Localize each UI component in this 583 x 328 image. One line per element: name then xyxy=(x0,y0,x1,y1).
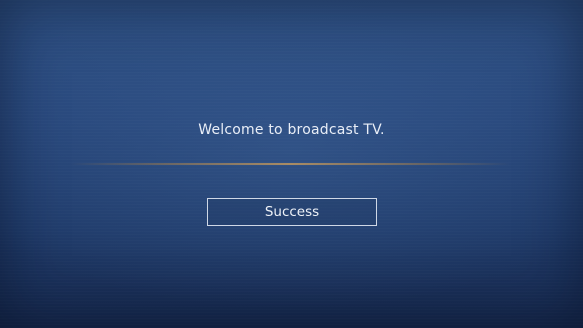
success-button[interactable]: Success xyxy=(207,198,377,226)
welcome-message: Welcome to broadcast TV. xyxy=(198,122,385,138)
divider-line xyxy=(70,163,510,165)
tv-setup-screen: Welcome to broadcast TV. Success xyxy=(0,0,583,328)
